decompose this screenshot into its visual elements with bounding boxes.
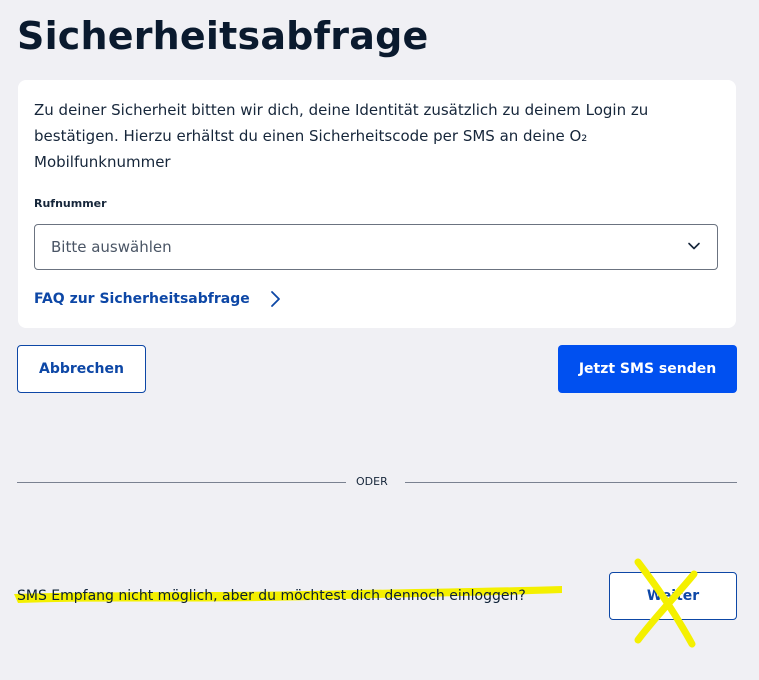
phone-label: Rufnummer — [34, 197, 107, 210]
chevron-down-icon — [688, 242, 700, 250]
faq-link[interactable]: FAQ zur Sicherheitsabfrage — [34, 290, 282, 308]
or-divider: ODER — [17, 474, 737, 490]
divider-line-left — [17, 482, 346, 483]
page-title: Sicherheitsabfrage — [17, 14, 429, 58]
security-card: Zu deiner Sicherheit bitten wir dich, de… — [18, 80, 736, 328]
continue-button[interactable]: Weiter — [609, 572, 737, 620]
phone-number-select[interactable]: Bitte auswählen — [34, 224, 718, 270]
send-sms-button[interactable]: Jetzt SMS senden — [558, 345, 737, 393]
faq-link-label: FAQ zur Sicherheitsabfrage — [34, 291, 250, 307]
divider-line-right — [405, 482, 737, 483]
intro-text: Zu deiner Sicherheit bitten wir dich, de… — [34, 101, 649, 171]
cancel-button[interactable]: Abbrechen — [17, 345, 146, 393]
phone-select-value: Bitte auswählen — [51, 238, 172, 256]
sms-not-possible-text: SMS Empfang nicht möglich, aber du möcht… — [17, 588, 526, 604]
divider-label: ODER — [356, 475, 388, 488]
chevron-right-icon — [270, 291, 280, 307]
